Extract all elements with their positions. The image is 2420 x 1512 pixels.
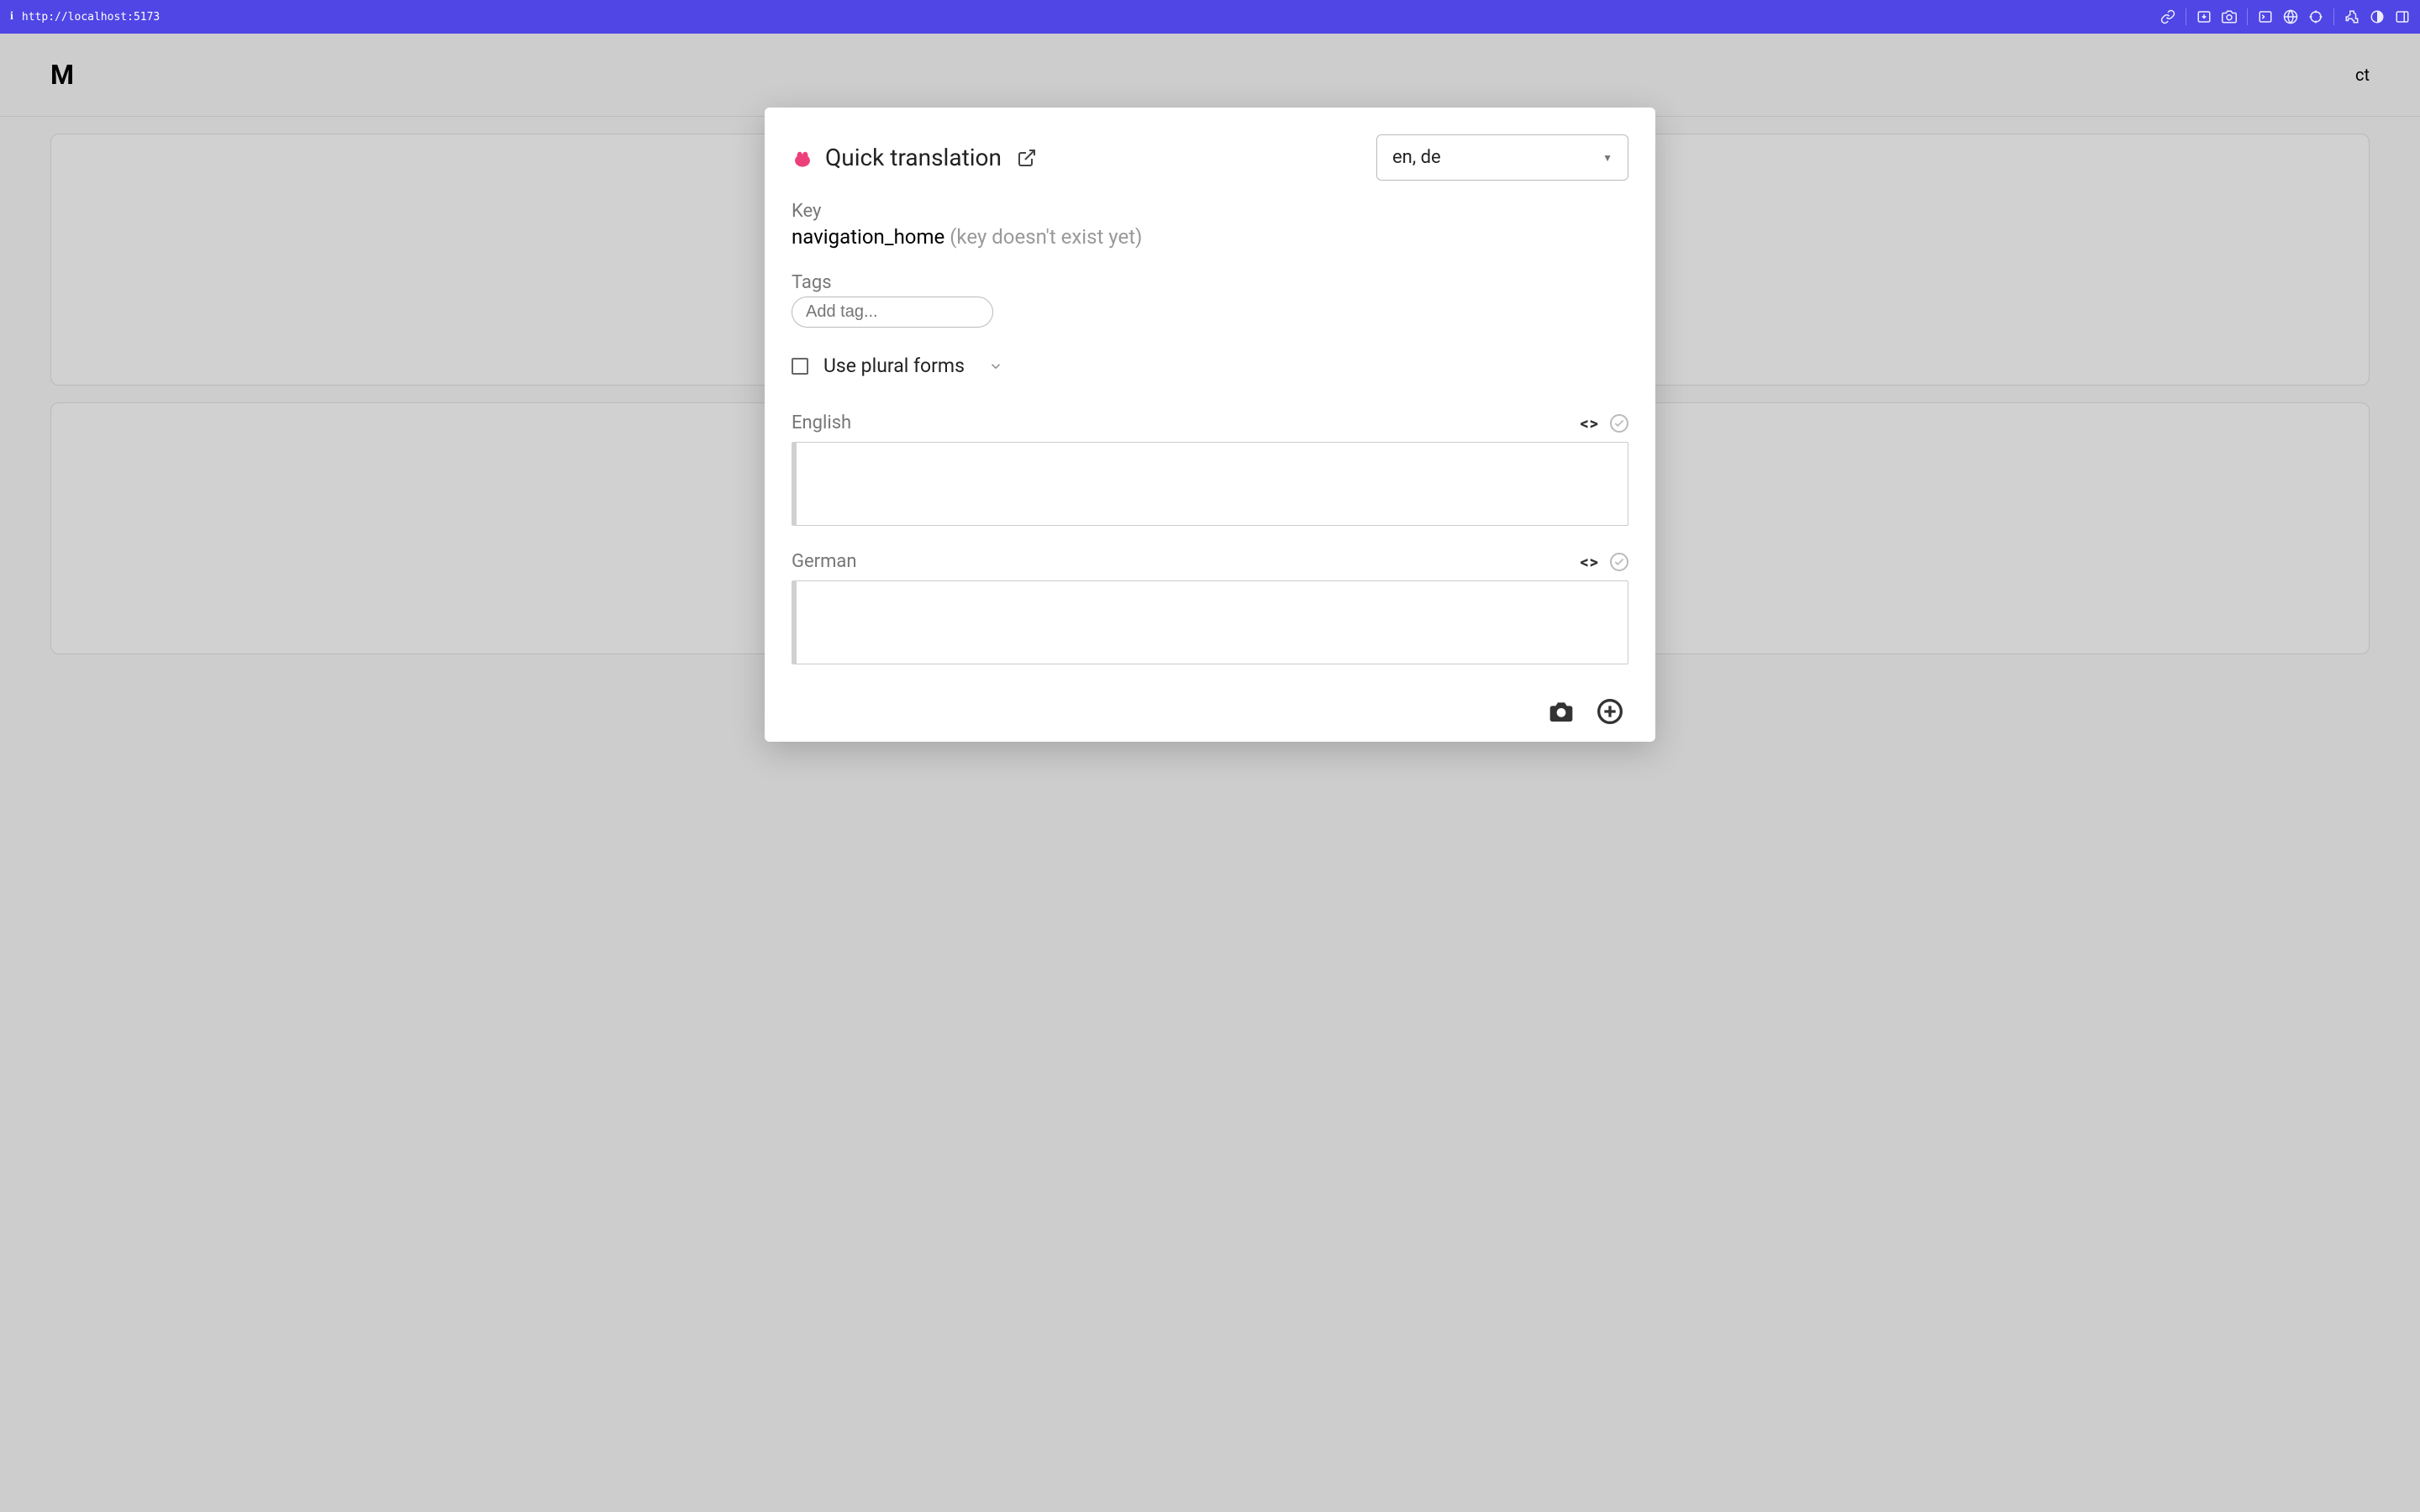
check-circle-icon[interactable] bbox=[1610, 414, 1628, 433]
translation-input-german[interactable] bbox=[792, 580, 1628, 664]
key-hint: (key doesn't exist yet) bbox=[950, 225, 1142, 249]
extension-icon[interactable] bbox=[2344, 9, 2360, 24]
link-icon[interactable] bbox=[2160, 9, 2175, 24]
plural-label: Use plural forms bbox=[823, 354, 965, 377]
tags-input[interactable] bbox=[792, 297, 993, 328]
language-section-english: English < > bbox=[792, 412, 1628, 529]
dialog-title: Quick translation bbox=[825, 144, 1002, 171]
browser-left-group: i http://localhost:5173 bbox=[10, 10, 160, 24]
plural-checkbox[interactable] bbox=[792, 358, 808, 375]
chevron-down-icon[interactable] bbox=[988, 359, 1003, 374]
language-header: German < > bbox=[792, 551, 1628, 572]
dialog-title-group: Quick translation bbox=[792, 144, 1037, 171]
dialog-footer-actions bbox=[792, 690, 1628, 725]
camera-icon[interactable] bbox=[2222, 9, 2237, 24]
separator bbox=[2333, 8, 2334, 25]
app-logo-icon bbox=[792, 147, 813, 169]
panel-icon[interactable] bbox=[2395, 9, 2410, 24]
terminal-icon[interactable] bbox=[2258, 9, 2273, 24]
caret-down-icon: ▼ bbox=[1602, 152, 1612, 164]
add-circle-icon[interactable] bbox=[1597, 698, 1623, 725]
language-header: English < > bbox=[792, 412, 1628, 433]
devtools-icon[interactable] bbox=[2370, 9, 2385, 24]
camera-icon[interactable] bbox=[1548, 698, 1575, 725]
info-icon[interactable]: i bbox=[10, 10, 13, 24]
code-icon[interactable]: < > bbox=[1581, 552, 1597, 572]
language-selector[interactable]: en, de ▼ bbox=[1376, 134, 1628, 181]
key-value: navigation_home bbox=[792, 225, 944, 249]
browser-right-group bbox=[2160, 8, 2410, 25]
page-content: M ct Quick translation bbox=[0, 34, 2420, 1512]
globe-icon[interactable] bbox=[2283, 9, 2298, 24]
language-name: German bbox=[792, 551, 857, 572]
check-circle-icon[interactable] bbox=[1610, 553, 1628, 571]
url-text[interactable]: http://localhost:5173 bbox=[22, 11, 160, 24]
modal-overlay[interactable]: Quick translation en, de ▼ Key navigatio… bbox=[0, 34, 2420, 1512]
open-external-icon[interactable] bbox=[1017, 148, 1037, 168]
code-icon[interactable]: < > bbox=[1581, 413, 1597, 433]
target-icon[interactable] bbox=[2308, 9, 2323, 24]
tags-label: Tags bbox=[792, 272, 1628, 293]
language-selector-value: en, de bbox=[1392, 147, 1441, 168]
tags-section: Tags bbox=[792, 272, 1628, 328]
language-section-german: German < > bbox=[792, 551, 1628, 668]
key-value-row: navigation_home (key doesn't exist yet) bbox=[792, 225, 1628, 249]
key-label: Key bbox=[792, 201, 1628, 222]
quick-translation-dialog: Quick translation en, de ▼ Key navigatio… bbox=[765, 108, 1655, 742]
language-name: English bbox=[792, 412, 851, 433]
browser-url-bar: i http://localhost:5173 bbox=[0, 0, 2420, 34]
language-actions: < > bbox=[1581, 552, 1629, 572]
plural-form-row: Use plural forms bbox=[792, 354, 1628, 377]
translation-input-english[interactable] bbox=[792, 442, 1628, 526]
dialog-header: Quick translation en, de ▼ bbox=[792, 134, 1628, 181]
language-actions: < > bbox=[1581, 413, 1629, 433]
separator bbox=[2247, 8, 2248, 25]
download-icon[interactable] bbox=[2196, 9, 2212, 24]
